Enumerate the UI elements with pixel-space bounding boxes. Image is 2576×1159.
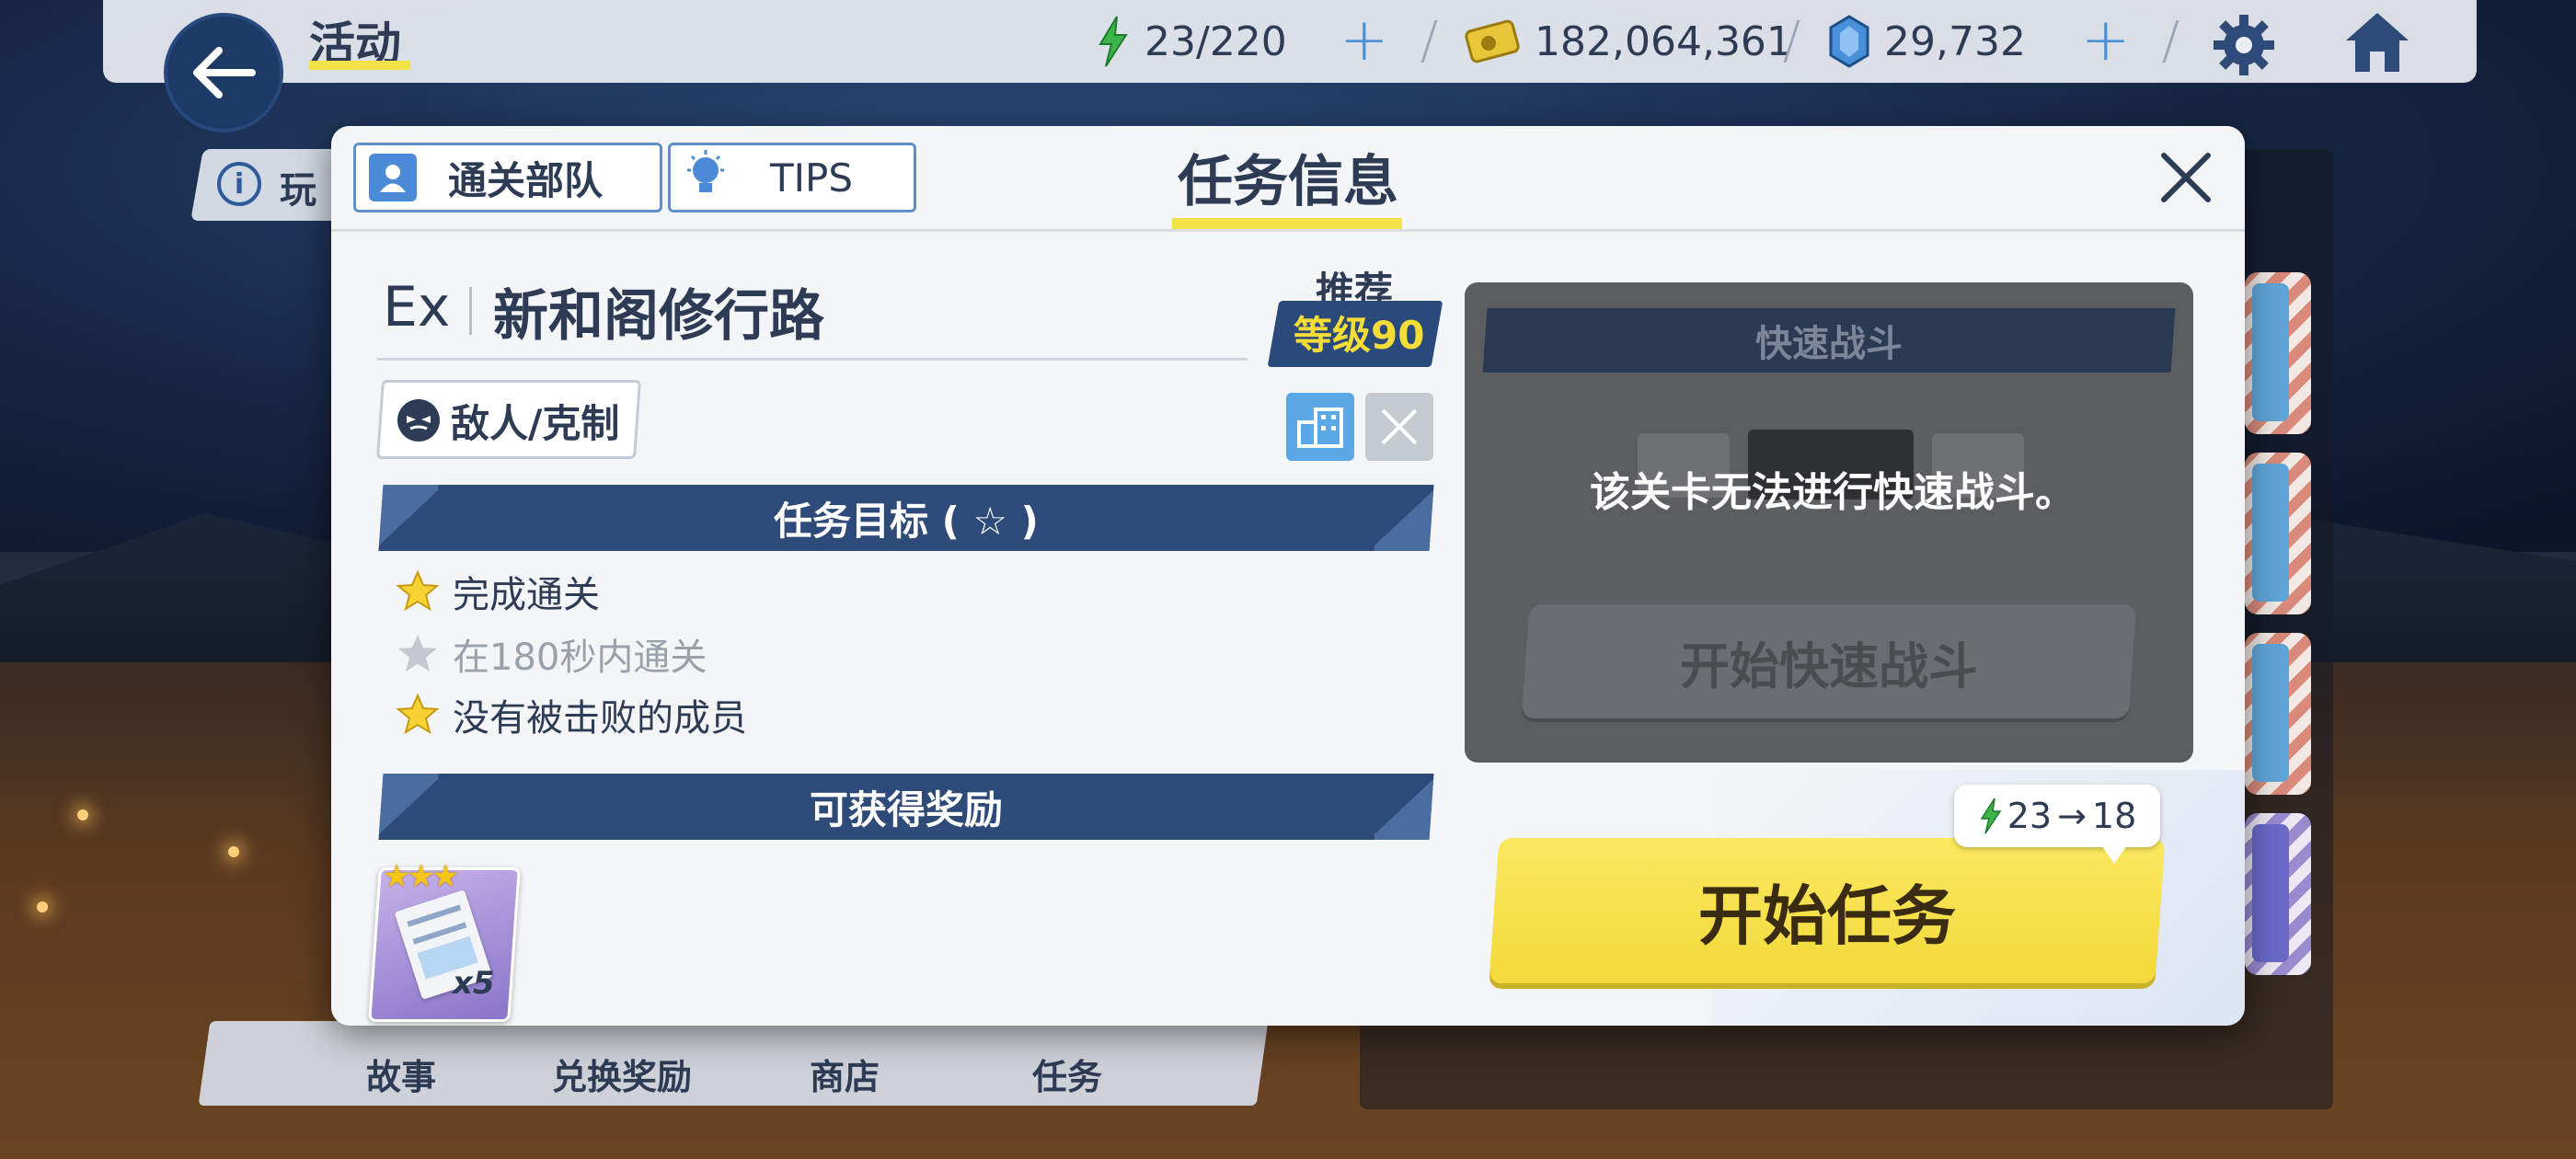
goal-text: 完成通关 xyxy=(453,574,600,616)
reward-quantity: x5 xyxy=(453,965,495,1002)
goal-item: 完成通关 xyxy=(396,566,600,617)
star-filled-icon xyxy=(396,569,440,612)
stamina-bolt-icon xyxy=(1098,16,1128,67)
party-icon xyxy=(369,154,417,201)
enemy-icon xyxy=(397,399,440,442)
goals-header: 任务目标 ( ☆ ) xyxy=(378,485,1434,551)
star-empty-icon xyxy=(398,635,437,671)
lantern-light xyxy=(37,901,48,912)
info-icon[interactable]: i xyxy=(217,162,261,206)
stage-underline xyxy=(377,358,1248,361)
goal-item: 在180秒内通关 xyxy=(396,628,707,680)
start-quick-battle-label: 开始快速战斗 xyxy=(1680,637,1978,695)
stamina-cost-bubble: 23 → 18 xyxy=(1954,785,2160,864)
stage-divider xyxy=(469,287,472,335)
tab-tips[interactable]: TIPS xyxy=(668,143,916,212)
tab-clear-party-label: 通关部队 xyxy=(448,157,604,203)
stage-name: 新和阁修行路 xyxy=(493,284,824,349)
side-card[interactable] xyxy=(2245,633,2311,795)
lightbulb-icon xyxy=(685,150,726,205)
back-arrow-icon xyxy=(193,47,256,98)
stamina-display: 23/220 xyxy=(1095,13,1287,70)
nav-mission[interactable]: 任务 xyxy=(1032,1049,1102,1099)
arrow-right-icon: → xyxy=(2057,796,2087,836)
start-mission-label: 开始任务 xyxy=(1698,878,1956,954)
start-mission-button[interactable]: 开始任务 xyxy=(1489,838,2166,983)
info-label: 玩 xyxy=(280,169,316,212)
add-gems-button[interactable]: + xyxy=(2081,11,2131,70)
credits-display: 182,064,361 xyxy=(1465,13,1792,70)
stamina-cost-from: 23 xyxy=(2007,796,2053,836)
goal-text: 在180秒内通关 xyxy=(453,637,707,679)
quick-battle-header-label: 快速战斗 xyxy=(1755,323,1903,365)
lantern-light xyxy=(77,809,88,820)
gems-display: 29,732 xyxy=(1827,13,2026,70)
side-card[interactable] xyxy=(2245,453,2311,614)
disabled-slot-button[interactable] xyxy=(1365,393,1433,461)
building-icon xyxy=(1297,407,1343,448)
nav-shop[interactable]: 商店 xyxy=(810,1049,880,1099)
gear-icon xyxy=(2214,15,2274,75)
back-button[interactable] xyxy=(164,13,283,132)
home-icon xyxy=(2346,13,2409,72)
quick-battle-header: 快速战斗 xyxy=(1482,308,2176,373)
credits-value: 182,064,361 xyxy=(1535,17,1792,65)
dialog-title: 任务信息 xyxy=(1178,150,1398,214)
quick-battle-message: 该关卡无法进行快速战斗。 xyxy=(1590,469,2076,516)
credit-card-icon xyxy=(1465,19,1520,63)
nav-exchange[interactable]: 兑换奖励 xyxy=(552,1049,692,1099)
recommend-level: 等级90 xyxy=(1294,313,1425,358)
terrain-urban-button[interactable] xyxy=(1286,393,1354,461)
tab-clear-party[interactable]: 通关部队 xyxy=(353,143,662,212)
goals-header-label: 任务目标 ( ☆ ) xyxy=(774,498,1039,544)
close-icon xyxy=(2161,153,2211,202)
gems-value: 29,732 xyxy=(1884,17,2026,65)
settings-button[interactable] xyxy=(2212,13,2276,81)
lantern-light xyxy=(228,846,239,857)
reward-rarity-stars: ★★★ xyxy=(383,858,459,895)
bottom-nav xyxy=(198,1021,1269,1106)
stamina-value: 23/220 xyxy=(1144,17,1287,65)
dialog-title-underline xyxy=(1172,218,1402,229)
add-stamina-button[interactable]: + xyxy=(1340,11,1389,70)
tab-tips-label: TIPS xyxy=(770,155,854,201)
close-button[interactable] xyxy=(2151,143,2221,212)
stage-code: Ex xyxy=(383,275,451,339)
star-filled-icon xyxy=(396,693,440,735)
side-card[interactable] xyxy=(2245,813,2311,975)
goal-item: 没有被击败的成员 xyxy=(396,689,747,740)
goal-text: 没有被击败的成员 xyxy=(453,697,747,740)
side-card[interactable] xyxy=(2245,272,2311,434)
rewards-header-label: 可获得奖励 xyxy=(809,786,1003,832)
home-button[interactable] xyxy=(2342,9,2412,79)
start-quick-battle-button[interactable]: 开始快速战斗 xyxy=(1521,604,2137,718)
stamina-bolt-icon xyxy=(1980,798,2002,834)
mission-info-dialog: 通关部队 TIPS 任务信息 Ex 新和阁修行路 推荐 等级90 敌人/克制 任… xyxy=(331,126,2245,1026)
nav-story[interactable]: 故事 xyxy=(366,1049,436,1099)
rewards-header: 可获得奖励 xyxy=(378,774,1434,840)
gem-icon xyxy=(1829,15,1869,68)
enemy-info-label: 敌人/克制 xyxy=(451,401,620,446)
stamina-cost-to: 18 xyxy=(2091,796,2137,836)
page-title-underline xyxy=(309,61,410,70)
close-icon xyxy=(1381,408,1418,445)
